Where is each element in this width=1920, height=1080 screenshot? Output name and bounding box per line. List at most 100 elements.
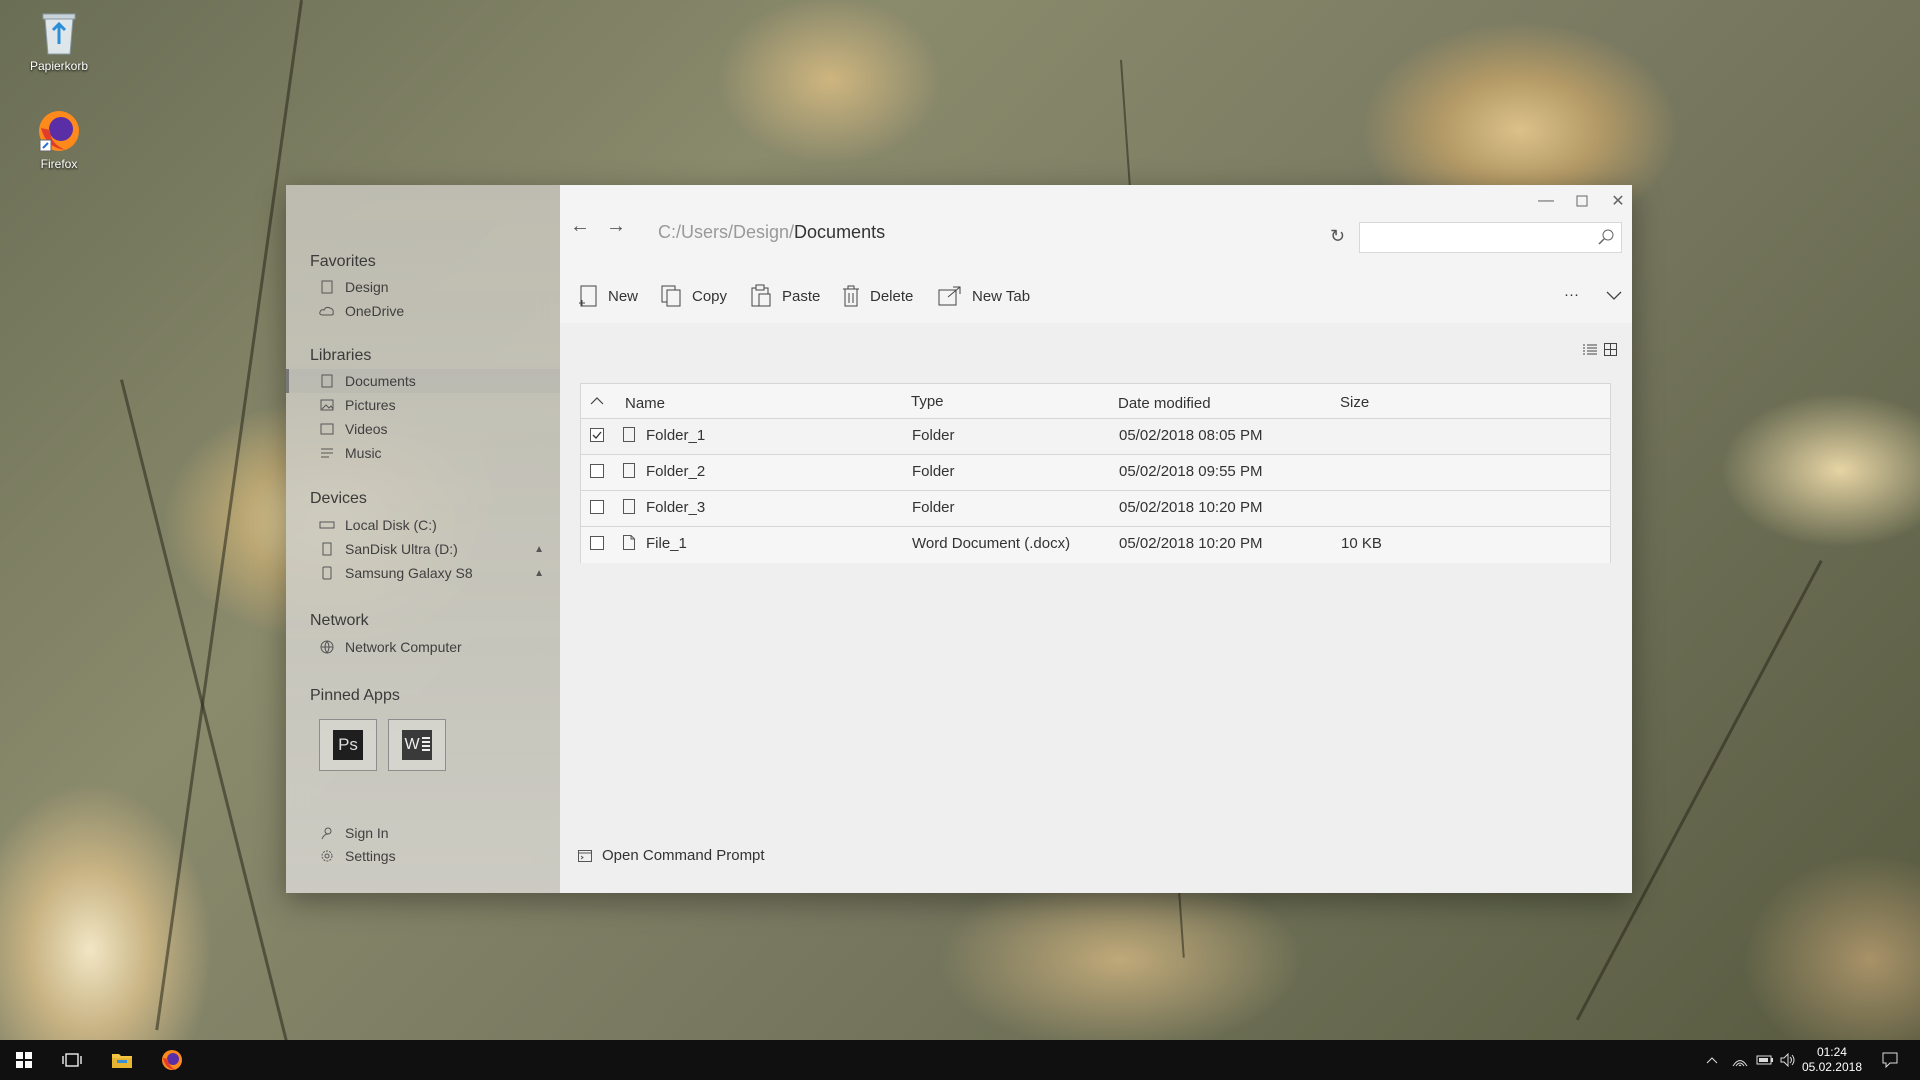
drive-icon (319, 517, 335, 533)
paste-icon (750, 284, 772, 308)
cell-name: File_1 (646, 535, 687, 552)
search-icon (1598, 229, 1614, 245)
show-hidden-icons-button[interactable] (1706, 1040, 1718, 1080)
new-label: New (608, 287, 639, 305)
settings-label: Settings (345, 848, 396, 864)
firefox-icon (162, 1050, 182, 1070)
paste-button[interactable]: Paste (750, 283, 820, 309)
desktop-icon-firefox[interactable]: Firefox (14, 108, 104, 171)
action-center-button[interactable] (1882, 1040, 1898, 1080)
column-header-type[interactable]: Type (911, 393, 944, 410)
table-row[interactable]: Folder_1 Folder 05/02/2018 08:05 PM (581, 418, 1610, 455)
open-command-prompt-button[interactable]: Open Command Prompt (578, 847, 765, 864)
column-header-date[interactable]: Date modified (1118, 395, 1211, 412)
sidebar-item-onedrive[interactable]: OneDrive (286, 299, 560, 323)
settings-button[interactable]: Settings (286, 844, 560, 868)
table-row[interactable]: Folder_3 Folder 05/02/2018 10:20 PM (581, 490, 1610, 527)
table-row[interactable]: Folder_2 Folder 05/02/2018 09:55 PM (581, 454, 1610, 491)
sidebar-item-network-computer[interactable]: Network Computer (286, 635, 560, 659)
firefox-icon (39, 111, 79, 152)
row-checkbox[interactable] (590, 464, 604, 478)
close-button[interactable]: ✕ (1600, 185, 1636, 217)
cell-date: 05/02/2018 10:20 PM (1119, 535, 1263, 552)
column-header-name[interactable]: Name (625, 395, 665, 412)
maximize-button[interactable] (1564, 185, 1600, 217)
address-path[interactable]: C:/Users/Design/Documents (658, 222, 885, 243)
taskbar-file-explorer[interactable] (98, 1040, 146, 1080)
search-input[interactable] (1360, 223, 1592, 250)
taskbar-clock[interactable]: 01:24 05.02.2018 (1802, 1045, 1862, 1075)
new-tab-button[interactable]: New Tab (938, 283, 1030, 309)
sidebar-item-pictures[interactable]: Pictures (286, 393, 560, 417)
row-checkbox[interactable] (590, 500, 604, 514)
sidebar-item-videos[interactable]: Videos (286, 417, 560, 441)
row-checkbox[interactable] (590, 536, 604, 550)
windows-logo-icon (16, 1052, 32, 1068)
list-view-button[interactable] (1583, 343, 1597, 361)
clock-time: 01:24 (1816, 1045, 1847, 1059)
taskbar-firefox[interactable] (148, 1040, 196, 1080)
grid-view-button[interactable] (1604, 343, 1617, 361)
globe-icon (319, 639, 335, 655)
folder-icon (112, 1054, 132, 1068)
desktop-icon-recycle-bin[interactable]: Papierkorb (14, 8, 104, 73)
arrow-left-icon: ← (570, 215, 590, 237)
sidebar-item-samsung[interactable]: Samsung Galaxy S8 ▲ (286, 561, 560, 585)
cell-type: Folder (912, 499, 955, 516)
desktop-icon-label: Papierkorb (29, 59, 89, 73)
volume-tray-button[interactable] (1780, 1040, 1796, 1080)
sidebar-item-label: SanDisk Ultra (D:) (345, 541, 458, 557)
sidebar-item-label: Samsung Galaxy S8 (345, 565, 473, 581)
music-icon (319, 445, 335, 461)
sidebar-item-design[interactable]: Design (286, 275, 560, 299)
sidebar: Favorites Design OneDrive Libraries Docu… (286, 185, 560, 893)
pinned-app-photoshop[interactable]: Ps (319, 719, 377, 771)
pinned-app-word[interactable]: W (388, 719, 446, 771)
new-button[interactable]: New (578, 283, 638, 309)
background-stem (155, 0, 303, 1031)
wifi-icon (1732, 1060, 1748, 1067)
search-box[interactable] (1359, 222, 1622, 253)
task-view-icon (62, 1053, 82, 1067)
eject-icon[interactable]: ▲ (534, 544, 544, 555)
battery-icon (1756, 1055, 1773, 1065)
start-button[interactable] (0, 1040, 48, 1080)
maximize-icon (1576, 195, 1588, 207)
close-icon: ✕ (1611, 193, 1625, 210)
table-row[interactable]: File_1 Word Document (.docx) 05/02/2018 … (581, 526, 1610, 563)
eject-icon[interactable]: ▲ (534, 568, 544, 579)
sidebar-item-music[interactable]: Music (286, 441, 560, 465)
column-header-size[interactable]: Size (1340, 394, 1369, 411)
new-tab-icon (938, 285, 962, 307)
battery-tray-button[interactable] (1756, 1040, 1774, 1080)
cell-date: 05/02/2018 10:20 PM (1119, 499, 1263, 516)
more-button[interactable]: ··· (1564, 281, 1579, 307)
back-button[interactable]: ← (570, 215, 590, 238)
sidebar-section-pinned-apps: Pinned Apps (310, 687, 400, 704)
sidebar-section-devices: Devices (310, 490, 367, 507)
sidebar-item-label: Music (345, 445, 382, 461)
sidebar-item-sandisk[interactable]: SanDisk Ultra (D:) ▲ (286, 537, 560, 561)
refresh-button[interactable]: ↻ (1330, 226, 1345, 247)
sidebar-item-local-disk[interactable]: Local Disk (C:) (286, 513, 560, 537)
list-view-icon (1583, 344, 1597, 355)
cell-type: Folder (912, 463, 955, 480)
forward-button[interactable]: → (606, 215, 626, 238)
cell-type: Word Document (.docx) (912, 535, 1071, 552)
network-tray-button[interactable] (1732, 1040, 1748, 1080)
task-view-button[interactable] (48, 1040, 96, 1080)
collapse-header-button[interactable] (590, 392, 604, 409)
word-icon: W (402, 730, 432, 760)
sign-in-button[interactable]: Sign In (286, 821, 560, 845)
open-command-prompt-label: Open Command Prompt (602, 847, 765, 864)
delete-button[interactable]: Delete (842, 283, 913, 309)
minimize-button[interactable]: — (1528, 185, 1564, 217)
copy-button[interactable]: Copy (660, 283, 727, 309)
cell-size: 10 KB (1341, 535, 1382, 552)
expand-toolbar-button[interactable] (1606, 283, 1622, 309)
sidebar-section-libraries: Libraries (310, 347, 372, 364)
row-checkbox[interactable] (590, 428, 604, 442)
sidebar-item-label: OneDrive (345, 303, 405, 319)
chevron-down-icon (1606, 291, 1622, 300)
sidebar-item-documents[interactable]: Documents (286, 369, 560, 393)
